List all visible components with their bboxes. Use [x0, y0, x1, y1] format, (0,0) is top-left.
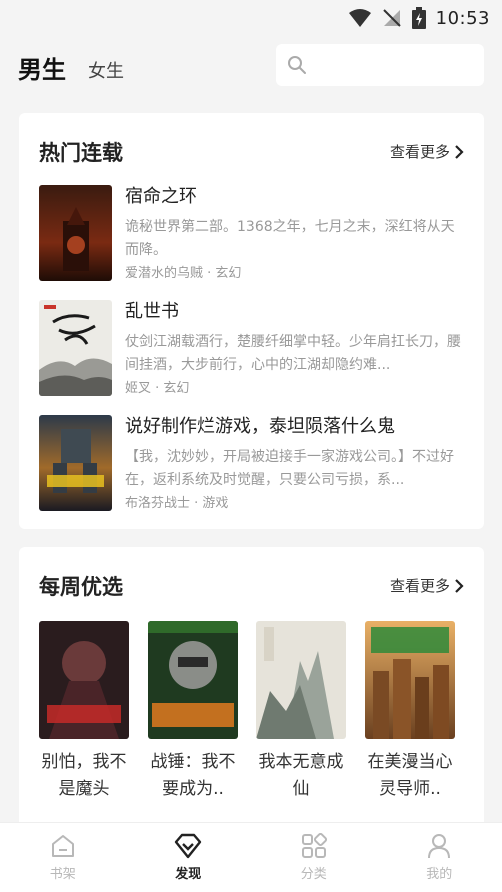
grid-book-item[interactable]: 在美漫当心灵导师.. — [365, 621, 455, 803]
book-cover — [256, 621, 346, 739]
tab-female[interactable]: 女生 — [88, 57, 124, 83]
grid-book-item[interactable]: 战锤：我不要成为.. — [148, 621, 238, 803]
book-cover — [148, 621, 238, 739]
weekly-more-link[interactable]: 查看更多 — [390, 575, 464, 596]
signal-off-icon — [382, 9, 401, 27]
status-time: 10:53 — [435, 7, 490, 29]
book-cover — [39, 621, 129, 739]
more-label: 查看更多 — [389, 143, 450, 161]
person-icon — [428, 834, 451, 859]
section-title-hot: 热门连载 — [39, 141, 123, 165]
book-title: 乱世书 — [125, 301, 179, 322]
nav-label: 书架 — [49, 867, 76, 882]
grid-book-item[interactable]: 别怕，我不是魔头 — [39, 621, 129, 803]
book-title: 宿命之环 — [125, 186, 197, 207]
hot-serials-card: 热门连载 查看更多 宿命之环 诡秘世界第二部。1368之年，七月之末，深红将从天… — [19, 113, 484, 529]
book-cover — [365, 621, 455, 739]
weekly-picks-card: 每周优选 查看更多 别怕，我不是魔头 战锤：我不要成为.. 我本无意成仙 在美漫… — [19, 547, 484, 837]
book-item[interactable]: 乱世书 仗剑江湖载酒行，楚腰纤细掌中轻。少年肩扛长刀，腰间挂酒，大步前行，心中的… — [39, 300, 469, 396]
house-icon — [51, 835, 74, 857]
nav-discover[interactable]: 发现 — [126, 823, 252, 892]
nav-label: 发现 — [175, 867, 202, 882]
category-icon — [301, 833, 327, 858]
nav-label: 我的 — [426, 867, 453, 882]
book-cover — [39, 300, 112, 396]
top-header: 男生 女生 — [0, 40, 502, 92]
book-meta: 爱潜水的乌贼 · 玄幻 — [125, 266, 242, 281]
book-title: 说好制作烂游戏，泰坦陨落什么鬼 — [125, 416, 395, 437]
chevron-right-icon — [455, 578, 464, 593]
book-meta: 布洛芬战士 · 游戏 — [125, 496, 229, 511]
search-icon — [288, 56, 306, 74]
section-title-weekly: 每周优选 — [39, 575, 123, 599]
tab-male[interactable]: 男生 — [18, 50, 66, 85]
book-title: 在美漫当心灵导师.. — [367, 752, 453, 799]
hot-more-link[interactable]: 查看更多 — [390, 141, 464, 162]
book-desc: 仗剑江湖载酒行，楚腰纤细掌中轻。少年肩扛长刀，腰间挂酒，大步前行，心中的江湖却隐… — [125, 334, 461, 373]
discover-icon — [175, 833, 202, 859]
book-title: 战锤：我不要成为.. — [150, 752, 236, 799]
status-bar: 10:53 — [0, 0, 502, 36]
more-label: 查看更多 — [389, 577, 450, 595]
book-cover — [39, 415, 112, 511]
book-cover — [39, 185, 112, 281]
search-box[interactable] — [276, 44, 484, 86]
battery-charging-icon — [411, 7, 426, 29]
book-title: 我本无意成仙 — [258, 752, 344, 799]
chevron-right-icon — [455, 144, 464, 159]
nav-label: 分类 — [300, 867, 327, 882]
grid-book-item[interactable]: 我本无意成仙 — [256, 621, 346, 803]
book-item[interactable]: 宿命之环 诡秘世界第二部。1368之年，七月之末，深红将从天而降。 爱潜水的乌贼… — [39, 185, 469, 281]
wifi-icon — [348, 9, 371, 27]
book-desc: 诡秘世界第二部。1368之年，七月之末，深红将从天而降。 — [125, 219, 455, 258]
bottom-nav: 书架 发现 分类 我的 — [0, 822, 502, 892]
book-meta: 姬叉 · 玄幻 — [125, 381, 190, 396]
book-item[interactable]: 说好制作烂游戏，泰坦陨落什么鬼 【我，沈妙妙，开局被迫接手一家游戏公司。】不过好… — [39, 415, 469, 511]
nav-bookshelf[interactable]: 书架 — [0, 823, 126, 892]
nav-profile[interactable]: 我的 — [377, 823, 502, 892]
book-desc: 【我，沈妙妙，开局被迫接手一家游戏公司。】不过好在，返利系统及时觉醒，只要公司亏… — [125, 449, 454, 488]
book-title: 别怕，我不是魔头 — [41, 752, 127, 799]
nav-category[interactable]: 分类 — [251, 823, 377, 892]
status-icons: 10:53 — [348, 6, 490, 30]
